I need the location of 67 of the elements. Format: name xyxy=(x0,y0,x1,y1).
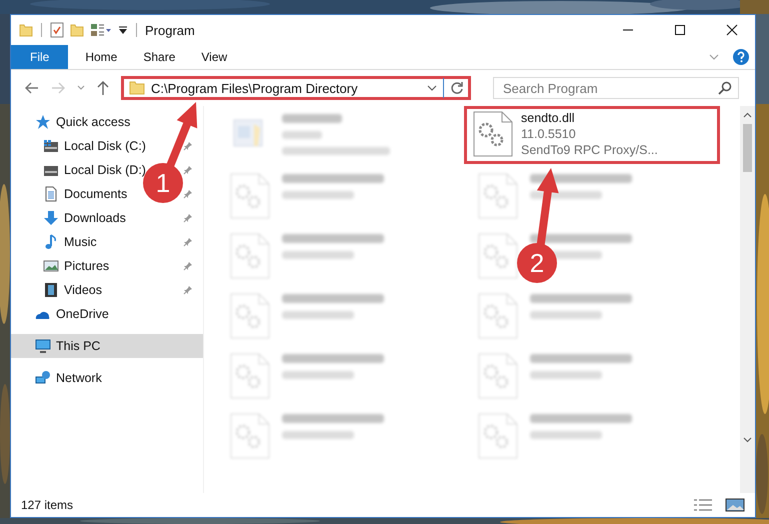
pin-icon[interactable] xyxy=(183,189,193,199)
nav-item[interactable]: Videos xyxy=(43,278,104,302)
ribbon-tab[interactable]: View xyxy=(188,45,240,69)
dropdown-icon[interactable] xyxy=(118,25,128,35)
ribbon-tab[interactable]: Share xyxy=(130,45,188,69)
drive-icon xyxy=(43,138,59,154)
ribbon-tab[interactable]: Home xyxy=(72,45,130,69)
scroll-down-icon[interactable] xyxy=(743,437,752,443)
settings-file-icon xyxy=(476,412,520,460)
ribbon-tab[interactable]: File xyxy=(11,45,68,69)
settings-file-icon xyxy=(228,232,272,280)
file-tile[interactable]: sendto.dll 11.0.5510 SendTo9 RPC Proxy/S... xyxy=(464,106,720,164)
nav-item[interactable]: Local Disk (D:) xyxy=(43,158,148,182)
network-icon xyxy=(35,370,51,386)
help-icon[interactable] xyxy=(733,49,749,65)
chevron-down-icon[interactable] xyxy=(427,85,437,91)
nav-item[interactable]: Music xyxy=(43,230,99,254)
nav-item[interactable]: Pictures xyxy=(43,254,112,278)
nav-item[interactable]: Network xyxy=(11,366,203,390)
nav-item[interactable]: Quick access xyxy=(11,110,203,134)
folder-icon xyxy=(129,81,145,95)
settings-file-icon xyxy=(476,172,520,220)
nav-item[interactable]: This PC xyxy=(11,334,203,358)
settings-file-icon xyxy=(476,232,520,280)
picture-icon xyxy=(43,258,59,274)
scrollbar[interactable] xyxy=(740,106,755,493)
address-bar[interactable]: C:\Program Files\Program Directory xyxy=(121,76,471,100)
step-badge: 2 xyxy=(517,243,557,283)
download-arrow-icon xyxy=(43,210,59,226)
settings-file-icon xyxy=(476,352,520,400)
back-icon[interactable] xyxy=(25,82,39,94)
pin-icon[interactable] xyxy=(183,237,193,247)
nav-item[interactable]: Local Disk (C:) xyxy=(43,134,148,158)
pin-icon[interactable] xyxy=(183,165,193,175)
refresh-icon[interactable] xyxy=(450,81,464,95)
up-icon[interactable] xyxy=(97,81,109,95)
file-detail: SendTo9 RPC Proxy/S... xyxy=(521,142,658,158)
monitor-icon xyxy=(35,338,51,354)
large-icons-view-icon[interactable] xyxy=(725,498,745,512)
nav-item[interactable]: Downloads xyxy=(43,206,128,230)
nav-item[interactable]: OneDrive xyxy=(11,302,203,326)
settings-file-icon xyxy=(476,292,520,340)
scroll-thumb[interactable] xyxy=(743,124,752,172)
pin-icon[interactable] xyxy=(183,261,193,271)
settings-file-icon xyxy=(228,412,272,460)
window-title: Program xyxy=(145,22,195,38)
search-field[interactable]: Search Program xyxy=(493,77,739,99)
settings-file-icon xyxy=(471,110,515,158)
scroll-up-icon[interactable] xyxy=(743,112,752,118)
item-count: 127 items xyxy=(21,498,74,512)
settings-file-icon xyxy=(228,292,272,340)
search-icon[interactable] xyxy=(718,81,732,95)
settings-file-icon xyxy=(228,352,272,400)
music-note-icon xyxy=(43,234,59,250)
settings-file-icon xyxy=(228,172,272,220)
file-name: sendto.dll xyxy=(521,110,576,126)
pin-icon[interactable] xyxy=(183,141,193,151)
film-icon xyxy=(43,282,59,298)
details-view-icon[interactable] xyxy=(693,498,713,512)
star-icon xyxy=(35,114,51,130)
document-icon xyxy=(43,186,59,202)
pin-icon[interactable] xyxy=(183,285,193,295)
pin-icon[interactable] xyxy=(183,213,193,223)
file-detail: 11.0.5510 xyxy=(521,126,577,142)
properties-icon[interactable] xyxy=(50,22,64,38)
layout-icon[interactable] xyxy=(90,23,112,37)
nav-item[interactable]: Documents xyxy=(43,182,130,206)
